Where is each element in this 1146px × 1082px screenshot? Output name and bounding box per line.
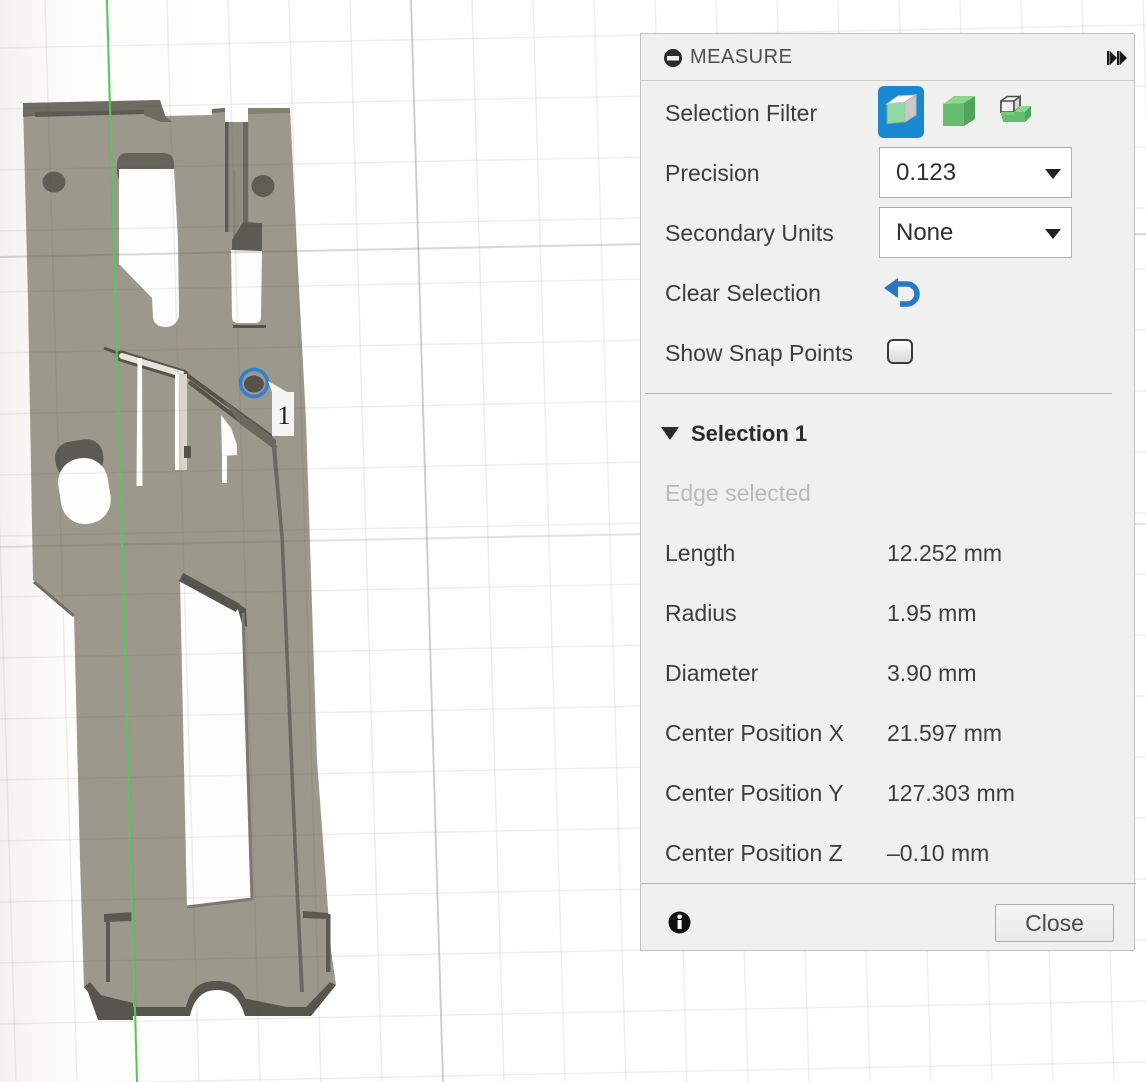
svg-text:1: 1 xyxy=(278,401,291,430)
